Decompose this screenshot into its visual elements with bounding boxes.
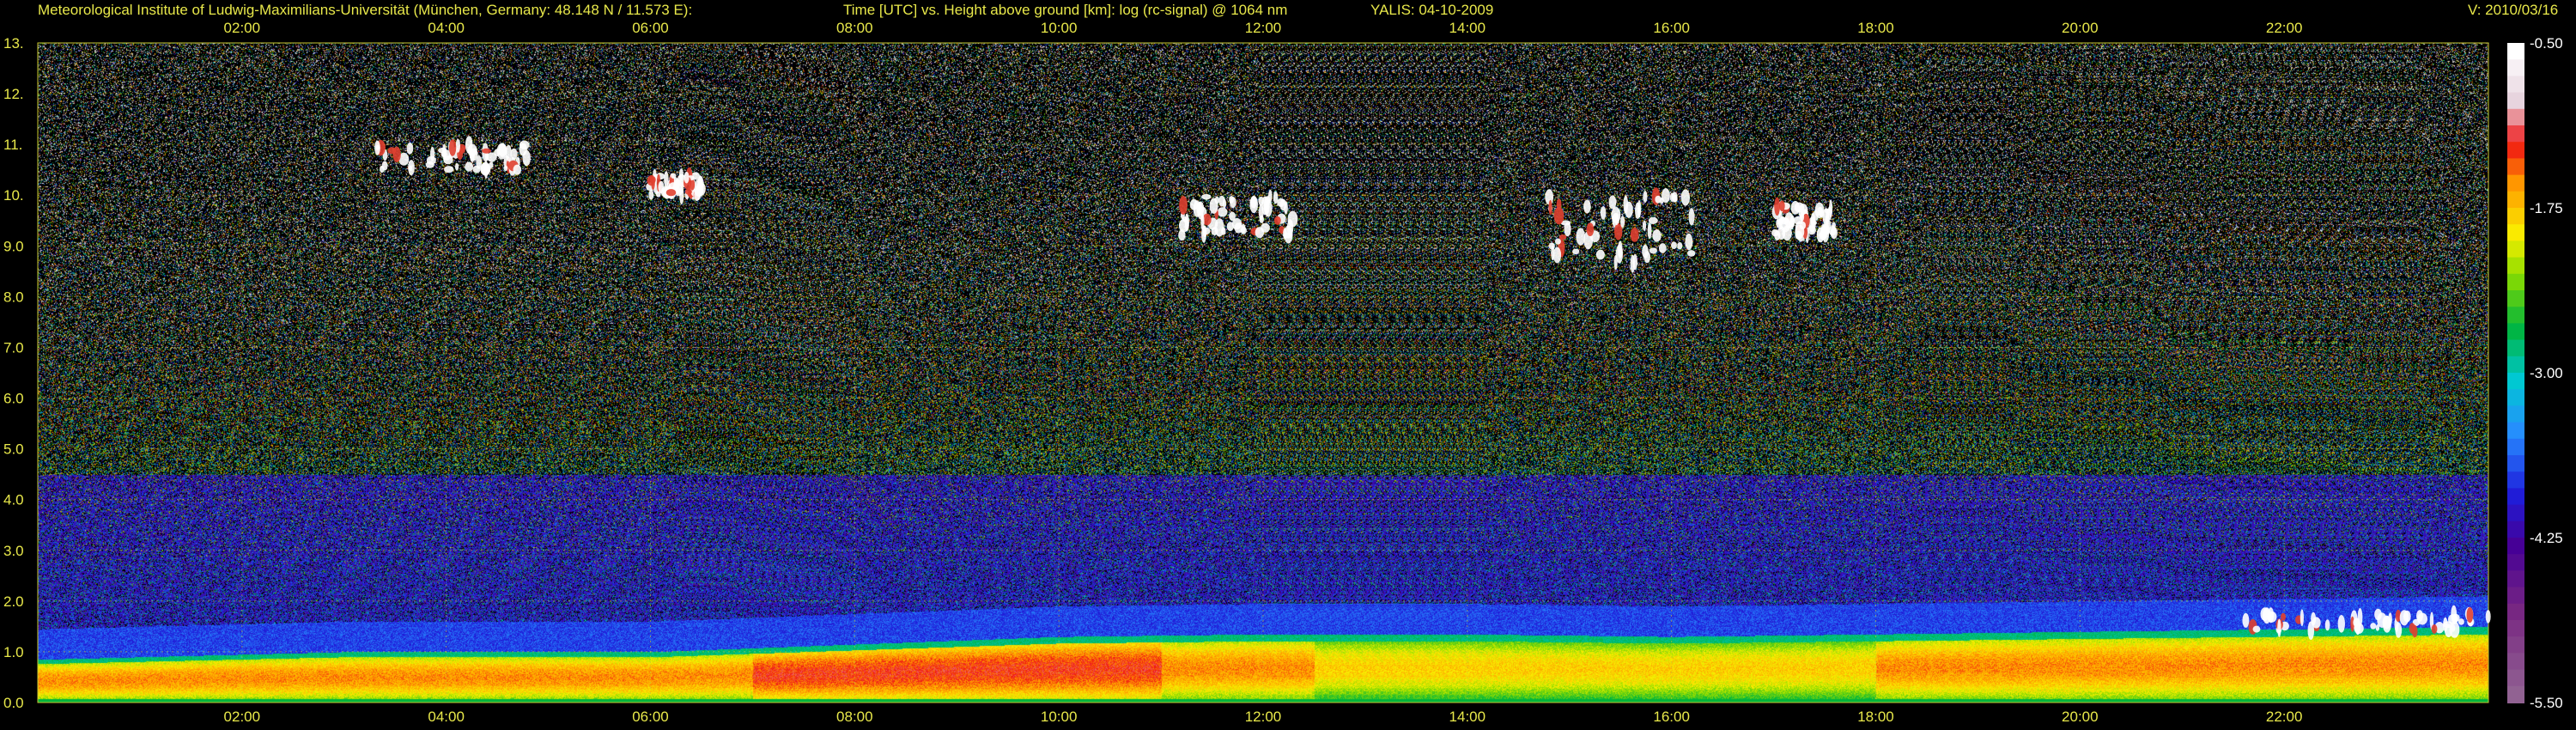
colorbar-swatch <box>2507 307 2524 325</box>
colorbar-tick-label: -5.50 <box>2530 695 2563 711</box>
colorbar-swatch <box>2507 653 2524 671</box>
y-tick-label: 6.0 <box>3 391 24 407</box>
colorbar-swatch <box>2507 504 2524 522</box>
colorbar-swatch <box>2507 323 2524 341</box>
y-tick-label: 11. <box>3 137 22 153</box>
colorbar-swatch <box>2507 636 2524 654</box>
colorbar-swatch <box>2507 471 2524 490</box>
colorbar-swatch <box>2507 125 2524 143</box>
x-tick-label-top: 18:00 <box>1857 20 1894 36</box>
x-tick-label-bottom: 10:00 <box>1041 709 1078 725</box>
colorbar-swatch <box>2507 191 2524 209</box>
colorbar-swatch <box>2507 587 2524 605</box>
x-tick-label-top: 22:00 <box>2266 20 2303 36</box>
colorbar-swatch <box>2507 257 2524 275</box>
y-tick-label: 9.0 <box>3 238 24 254</box>
x-tick-label-top: 02:00 <box>224 20 261 36</box>
colorbar-swatch <box>2507 455 2524 473</box>
x-tick-label-top: 04:00 <box>428 20 465 36</box>
x-tick-label-top: 14:00 <box>1449 20 1486 36</box>
colorbar-swatch <box>2507 554 2524 572</box>
x-tick-label-bottom: 20:00 <box>2062 709 2099 725</box>
colorbar-swatch <box>2507 43 2524 61</box>
x-tick-label-top: 06:00 <box>632 20 669 36</box>
y-tick-label: 5.0 <box>3 441 24 458</box>
y-axis: 0.0 1.0 2.0 3.0 4.0 5.0 6.0 7.0 8.0 9.0 10. 11. 12. 1… <box>3 35 24 711</box>
y-tick-label: 3.0 <box>3 543 24 559</box>
colorbar-swatch <box>2507 405 2524 423</box>
colorbar-swatch <box>2507 538 2524 556</box>
colorbar-swatch <box>2507 520 2524 538</box>
colorbar-tick-label: -1.75 <box>2530 200 2563 216</box>
x-tick-label-bottom: 06:00 <box>632 709 669 725</box>
y-tick-label: 1.0 <box>3 644 24 660</box>
colorbar-swatch <box>2507 422 2524 440</box>
x-tick-label-top: 12:00 <box>1245 20 1282 36</box>
colorbar-tick-label: -0.50 <box>2530 35 2563 52</box>
x-axis-top: 02:00 04:00 06:00 08:00 10:00 12:00 14:00 16:00… <box>224 20 2303 36</box>
colorbar-swatch <box>2507 373 2524 391</box>
y-tick-label: 7.0 <box>3 339 24 356</box>
colorbar-swatch <box>2507 488 2524 506</box>
y-tick-label: 0.0 <box>3 695 24 711</box>
colorbar-swatch <box>2507 290 2524 308</box>
colorbar-swatch <box>2507 603 2524 621</box>
y-tick-label: 2.0 <box>3 593 24 610</box>
colorbar-swatch <box>2507 685 2524 703</box>
colorbar-swatch <box>2507 208 2524 226</box>
colorbar: -0.50 -1.75 -3.00 -4.25 -5.50 <box>2507 35 2563 711</box>
colorbar-swatch <box>2507 158 2524 176</box>
x-tick-label-bottom: 16:00 <box>1653 709 1690 725</box>
y-tick-label: 10. <box>3 187 24 204</box>
colorbar-swatch <box>2507 59 2524 77</box>
x-tick-label-bottom: 08:00 <box>836 709 873 725</box>
colorbar-swatch <box>2507 570 2524 588</box>
x-tick-label-bottom: 22:00 <box>2266 709 2303 725</box>
colorbar-swatch <box>2507 174 2524 192</box>
x-tick-label-bottom: 02:00 <box>224 709 261 725</box>
x-tick-label-bottom: 12:00 <box>1245 709 1282 725</box>
colorbar-tick-label: -4.25 <box>2530 530 2563 546</box>
x-tick-label-top: 16:00 <box>1653 20 1690 36</box>
y-tick-label: 13. <box>3 35 24 52</box>
colorbar-tick-label: -3.00 <box>2530 365 2563 381</box>
x-axis-bottom: 02:00 04:00 06:00 08:00 10:00 12:00 14:00 16:00… <box>224 709 2303 725</box>
colorbar-swatch <box>2507 339 2524 357</box>
x-tick-label-top: 10:00 <box>1041 20 1078 36</box>
y-tick-label: 12. <box>3 86 24 102</box>
colorbar-swatch <box>2507 76 2524 94</box>
colorbar-swatch <box>2507 142 2524 160</box>
colorbar-swatch <box>2507 356 2524 374</box>
colorbar-swatch <box>2507 620 2524 638</box>
x-tick-label-bottom: 18:00 <box>1857 709 1894 725</box>
x-tick-label-bottom: 04:00 <box>428 709 465 725</box>
colorbar-swatch <box>2507 438 2524 456</box>
x-tick-label-top: 08:00 <box>836 20 873 36</box>
colorbar-swatch <box>2507 669 2524 687</box>
x-tick-label-top: 20:00 <box>2062 20 2099 36</box>
y-tick-label: 8.0 <box>3 289 24 305</box>
y-tick-label: 4.0 <box>3 492 24 508</box>
colorbar-swatch <box>2507 108 2524 126</box>
colorbar-swatch <box>2507 389 2524 407</box>
colorbar-swatch <box>2507 224 2524 242</box>
x-tick-label-bottom: 14:00 <box>1449 709 1486 725</box>
colorbar-swatch <box>2507 92 2524 110</box>
colorbar-swatch <box>2507 240 2524 259</box>
lidar-chart: 02:00 04:00 06:00 08:00 10:00 12:00 14:00 16:00… <box>3 20 2563 725</box>
colorbar-swatch <box>2507 273 2524 291</box>
